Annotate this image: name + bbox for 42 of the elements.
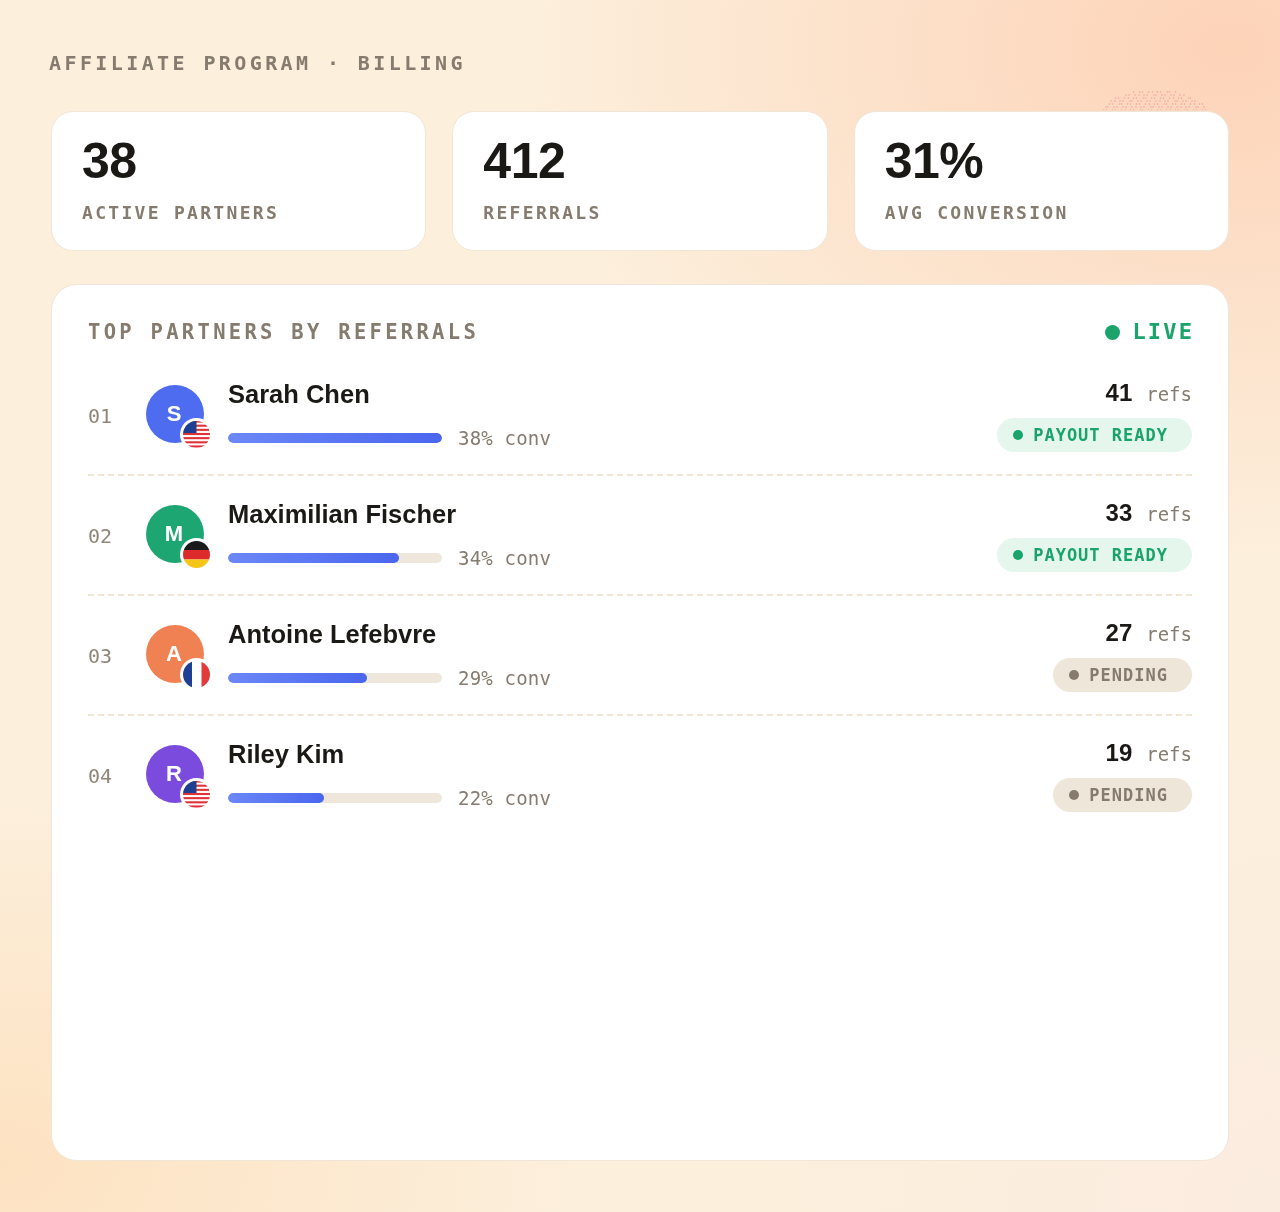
stat-value: 412: [483, 133, 566, 189]
partner-name: Sarah Chen: [228, 378, 370, 409]
referral-count: 19: [1105, 739, 1133, 767]
live-label: LIVE: [1132, 319, 1195, 345]
us-flag-icon: [180, 777, 213, 811]
us-flag-icon: [180, 417, 213, 451]
conversion-rate: 22% conv: [458, 785, 552, 810]
status-badge: PAYOUT READY: [997, 538, 1192, 572]
referral-count: 33: [1105, 499, 1133, 527]
panel-title: TOP PARTNERS BY REFERRALS: [88, 319, 480, 345]
stat-label: REFERRALS: [483, 201, 602, 225]
partner-name: Antoine Lefebvre: [228, 618, 437, 649]
page-title: AFFILIATE PROGRAM · BILLING: [49, 50, 466, 76]
live-dot-icon: [1105, 324, 1121, 340]
rank-number: 03: [88, 643, 113, 668]
status-badge: PAYOUT READY: [997, 418, 1192, 452]
referral-unit: refs: [1146, 502, 1192, 526]
partner-name: Riley Kim: [228, 738, 345, 769]
status-dot-icon: [1013, 430, 1024, 440]
stat-value: 31%: [884, 133, 984, 189]
stat-label: ACTIVE PARTNERS: [82, 201, 280, 225]
referral-count: 27: [1105, 619, 1133, 647]
status-dot-icon: [1013, 550, 1024, 560]
referral-unit: refs: [1146, 622, 1192, 646]
conversion-rate: 38% conv: [458, 425, 552, 450]
rank-number: 02: [88, 523, 113, 548]
rank-number: 01: [88, 403, 113, 428]
stat-label: AVG CONVERSION: [884, 201, 1069, 225]
status-badge: PENDING: [1053, 658, 1192, 692]
german-flag-icon: [180, 537, 213, 571]
status-dot-icon: [1069, 790, 1080, 800]
status-badge: PENDING: [1053, 778, 1192, 812]
referral-unit: refs: [1146, 742, 1192, 766]
stat-value: 38: [82, 133, 137, 189]
referral-unit: refs: [1146, 382, 1192, 406]
conversion-rate: 29% conv: [458, 665, 552, 690]
partner-name: Maximilian Fischer: [228, 498, 457, 529]
referral-count: 41: [1105, 379, 1133, 407]
status-dot-icon: [1069, 670, 1080, 680]
french-flag-icon: [180, 657, 213, 691]
conversion-rate: 34% conv: [458, 545, 552, 570]
rank-number: 04: [88, 763, 113, 788]
